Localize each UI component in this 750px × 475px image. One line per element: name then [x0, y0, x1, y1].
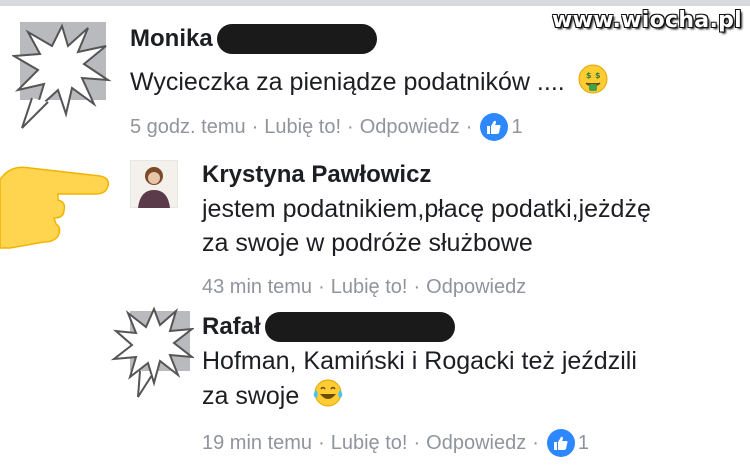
- avatar-rafal[interactable]: [110, 305, 196, 405]
- comment-author[interactable]: Monika: [130, 25, 213, 53]
- separator: ·: [318, 431, 325, 454]
- comment-text-line: za swoje w podróże służbowe: [202, 229, 533, 257]
- comment-text-row: za swoje: [202, 378, 637, 417]
- money-mouth-face-icon: $ $: [578, 64, 608, 103]
- like-link[interactable]: Lubię to!: [331, 432, 408, 455]
- separator: ·: [413, 431, 421, 454]
- separator: ·: [532, 431, 539, 454]
- comment-meta: 5 godz. temu · Lubię to! · Odpowiedz · 1: [130, 113, 608, 141]
- comment-time[interactable]: 19 min temu: [202, 432, 312, 455]
- redacted-surname: [264, 312, 455, 342]
- comment-text-line: jestem podatnikiem,płacę podatki,jeżdżę: [202, 195, 651, 223]
- comment-text: Wycieczka za pieniądze podatników ....: [130, 68, 565, 97]
- comment-krystyna: Krystyna Pawłowicz jestem podatnikiem,pł…: [202, 158, 651, 299]
- comment-time[interactable]: 5 godz. temu: [130, 116, 246, 139]
- profile-photo-icon: [129, 159, 179, 209]
- like-link[interactable]: Lubię to!: [264, 116, 341, 139]
- comment-meta: 43 min temu · Lubię to! · Odpowiedz: [202, 276, 651, 299]
- reaction-count[interactable]: 1: [578, 432, 589, 455]
- censored-avatar-icon: [110, 306, 196, 398]
- avatar-krystyna[interactable]: [129, 159, 179, 213]
- reply-link[interactable]: Odpowiedz: [426, 432, 526, 455]
- comment-monika: Monika Wycieczka za pieniądze podatników…: [130, 22, 608, 141]
- comment-text: Hofman, Kamiński i Rogacki też jeździli …: [202, 344, 637, 417]
- tears-of-joy-face-icon: [312, 378, 344, 417]
- comment-meta: 19 min temu · Lubię to! · Odpowiedz · 1: [202, 429, 637, 457]
- comment-text: jestem podatnikiem,płacę podatki,jeżdżę …: [202, 192, 651, 260]
- separator: ·: [465, 115, 473, 138]
- reply-link[interactable]: Odpowiedz: [360, 116, 460, 139]
- comment-rafal: Rafał Hofman, Kamiński i Rogacki też jeź…: [202, 310, 637, 457]
- separator: ·: [347, 115, 354, 138]
- comment-text-row: Wycieczka za pieniądze podatników .... $…: [130, 64, 608, 103]
- separator: ·: [251, 115, 259, 138]
- like-link[interactable]: Lubię to!: [331, 276, 408, 299]
- svg-text:$: $: [586, 71, 592, 80]
- pointing-hand-icon: [0, 150, 112, 255]
- separator: ·: [413, 276, 421, 298]
- top-border: [0, 0, 750, 6]
- separator: ·: [318, 276, 325, 298]
- comment-author[interactable]: Rafał: [202, 313, 261, 341]
- comment-author[interactable]: Krystyna Pawłowicz: [202, 161, 431, 189]
- thumbs-up-icon[interactable]: [546, 429, 575, 457]
- comment-time[interactable]: 43 min temu: [202, 276, 312, 299]
- comment-text-line: Hofman, Kamiński i Rogacki też jeździli: [202, 347, 637, 375]
- thumbs-up-icon[interactable]: [480, 113, 509, 141]
- reply-link[interactable]: Odpowiedz: [426, 276, 526, 299]
- censored-avatar-icon: [10, 22, 112, 129]
- avatar-monika[interactable]: [10, 18, 112, 135]
- comment-text-line: za swoje: [202, 382, 300, 411]
- reaction-count[interactable]: 1: [511, 116, 522, 139]
- svg-text:$: $: [595, 71, 601, 80]
- redacted-surname: [216, 24, 377, 54]
